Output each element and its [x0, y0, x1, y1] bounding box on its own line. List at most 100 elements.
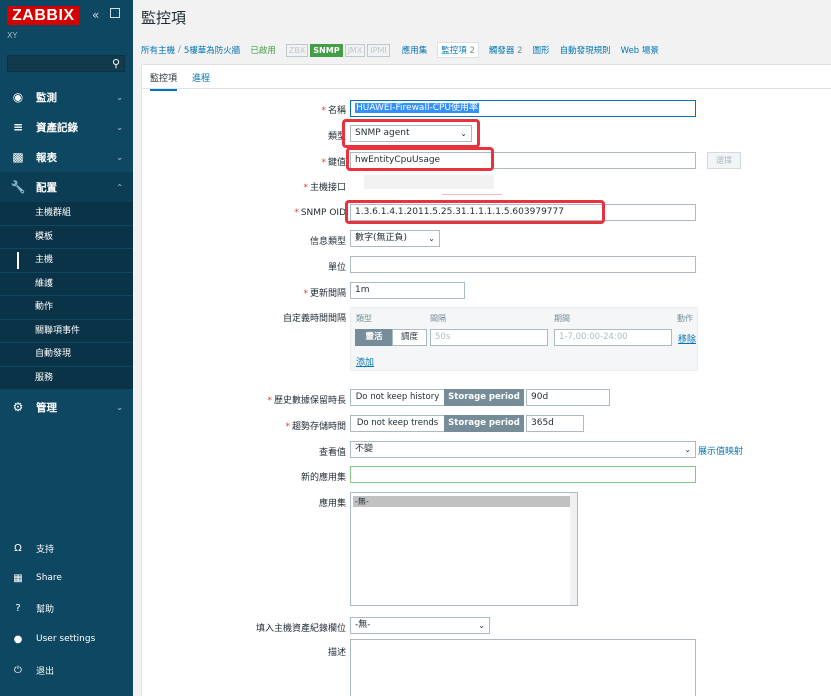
ci-period-input[interactable]: 1-7,00:00-24:00: [554, 329, 672, 346]
history-value-input[interactable]: 90d: [526, 389, 610, 406]
submenu-services[interactable]: 服務: [0, 367, 133, 390]
submenu-host-groups[interactable]: 主機群組: [0, 202, 133, 226]
zabbix-logo[interactable]: ZABBIX: [7, 6, 80, 25]
bottom-label: User settings: [36, 634, 96, 644]
breadcrumb-all-hosts[interactable]: 所有主機: [141, 44, 175, 56]
description-textarea[interactable]: [350, 639, 696, 696]
support-link[interactable]: Ω 支持: [0, 536, 133, 560]
ci-type-scheduling[interactable]: 調度: [392, 329, 427, 346]
show-value-mappings-link[interactable]: 展示值映射: [698, 444, 743, 457]
ci-type-flexible[interactable]: 靈活: [355, 329, 393, 346]
item-form-card: 監控項 進程 * 名稱 HUAWEI-Firewall-CPU使用率 類型 SNM…: [141, 64, 831, 696]
ci-header-type: 類型: [356, 314, 372, 323]
listbox-scrollbar[interactable]: [570, 493, 577, 605]
chevron-down-icon: ⌄: [478, 621, 485, 630]
sidebar-search-input[interactable]: ⚲: [7, 55, 125, 72]
host-nav-triggers-count: 2: [517, 46, 523, 56]
submenu-maintenance[interactable]: 維護: [0, 273, 133, 296]
ci-add-link[interactable]: 添加: [356, 355, 374, 368]
history-label: * 歷史數據保留時長: [267, 396, 346, 406]
chevron-up-icon: ⌃: [116, 182, 123, 192]
menu-monitoring[interactable]: ◉ 監測 ⌄: [0, 82, 133, 112]
chevron-down-icon: ⌄: [116, 92, 123, 102]
interface-redacted: [364, 175, 494, 189]
signout-link[interactable]: ⏻ 退出: [0, 658, 133, 682]
host-nav-applications[interactable]: 應用集: [402, 44, 428, 56]
menu-label: 管理: [36, 401, 57, 414]
annotation-highlight-type: [342, 119, 480, 148]
interface-redacted-line: [442, 194, 502, 195]
wrench-icon: 🔧: [10, 180, 26, 194]
host-nav-graphs[interactable]: 圖形: [533, 44, 550, 56]
custom-intervals-label: 自定義時間間隔: [282, 314, 346, 324]
help-link[interactable]: ? 幫助: [0, 596, 133, 620]
applications-option-none[interactable]: -無-: [353, 496, 575, 507]
menu-reports[interactable]: ▩ 報表 ⌄: [0, 142, 133, 172]
submenu-templates[interactable]: 模板: [0, 226, 133, 249]
jmx-availability-tag: JMX: [344, 43, 366, 57]
submenu-discovery[interactable]: 自動發現: [0, 343, 133, 367]
bottom-label: 支持: [36, 544, 55, 555]
inventory-field-select[interactable]: -無- ⌄: [350, 617, 490, 634]
interval-label: * 更新間隔: [303, 289, 346, 299]
oid-label: * SNMP OID: [294, 208, 346, 218]
interval-input[interactable]: 1m: [350, 282, 465, 299]
menu-configuration[interactable]: 🔧 配置 ⌃: [0, 172, 133, 202]
ci-interval-input[interactable]: 50s: [430, 329, 548, 346]
chevron-down-icon: ⌄: [428, 234, 435, 243]
ipmi-availability-tag: IPMI: [367, 43, 390, 57]
host-nav-discovery[interactable]: 自動發現規則: [560, 44, 611, 56]
host-nav-items-label: 監控項: [441, 46, 467, 56]
menu-inventory[interactable]: ≡ 資產記錄 ⌄: [0, 112, 133, 142]
form-tabs: 監控項 進程: [142, 65, 831, 91]
select-key-button[interactable]: 選擇: [707, 152, 741, 169]
user-settings-link[interactable]: ● User settings: [0, 627, 133, 651]
list-icon: ≡: [12, 120, 24, 134]
breadcrumb-host[interactable]: 5樓華為防火牆: [184, 44, 240, 56]
menu-administration[interactable]: ⚙ 管理 ⌄: [0, 392, 133, 422]
submenu-hosts[interactable]: 主機: [0, 249, 133, 273]
ci-header-period: 期間: [554, 314, 570, 323]
menu-label: 監測: [36, 91, 57, 104]
units-input[interactable]: [350, 256, 696, 273]
host-nav-web[interactable]: Web 場景: [621, 44, 659, 56]
collapse-sidebar-icon[interactable]: «: [92, 8, 99, 22]
bottom-label: Share: [36, 573, 62, 583]
host-nav-items[interactable]: 監控項 2: [437, 42, 479, 58]
name-input[interactable]: HUAWEI-Firewall-CPU使用率: [350, 100, 696, 117]
chevron-down-icon: ⌄: [684, 445, 691, 454]
annotation-highlight-oid: [345, 200, 605, 224]
menu-label: 資產記錄: [36, 121, 78, 134]
trends-storage-period[interactable]: Storage period: [444, 415, 524, 432]
kiosk-mode-icon[interactable]: [110, 8, 120, 18]
show-value-select[interactable]: 不變 ⌄: [350, 441, 696, 458]
bottom-label: 幫助: [36, 604, 55, 615]
host-status-enabled[interactable]: 已啟用: [250, 44, 276, 56]
submenu-actions[interactable]: 動作: [0, 296, 133, 320]
trends-do-not-keep[interactable]: Do not keep trends: [350, 415, 445, 432]
ci-remove-link[interactable]: 移除: [678, 332, 696, 345]
annotation-highlight-key: [346, 147, 494, 171]
host-nav-triggers[interactable]: 觸發器 2: [489, 44, 523, 56]
share-link[interactable]: ▦ Share: [0, 566, 133, 590]
menu-label: 報表: [36, 151, 57, 164]
search-icon[interactable]: ⚲: [112, 57, 120, 70]
trends-value-input[interactable]: 365d: [526, 415, 584, 432]
history-do-not-keep[interactable]: Do not keep history: [350, 389, 445, 406]
applications-listbox[interactable]: -無-: [350, 492, 578, 606]
info-type-select[interactable]: 數字(無正負) ⌄: [350, 230, 440, 247]
submenu-event-correlation[interactable]: 關聯項事件: [0, 320, 133, 343]
power-icon: ⏻: [14, 664, 22, 676]
units-label: 單位: [327, 263, 346, 273]
history-storage-period[interactable]: Storage period: [444, 389, 524, 406]
info-type-label: 信息類型: [309, 237, 346, 247]
chevron-down-icon: ⌄: [116, 402, 123, 412]
new-app-label: 新的應用集: [300, 473, 346, 483]
tab-preprocessing[interactable]: 進程: [192, 71, 210, 84]
custom-intervals-table: 類型 間隔 期間 動作 靈活 調度 50s 1-7,00:00-24:00 移除…: [350, 307, 698, 371]
host-nav-triggers-label: 觸發器: [488, 46, 515, 56]
new-application-input[interactable]: [350, 466, 696, 483]
tab-item[interactable]: 監控項: [150, 71, 178, 91]
gear-icon: ⚙: [12, 400, 24, 414]
share-icon: ▦: [13, 572, 23, 584]
